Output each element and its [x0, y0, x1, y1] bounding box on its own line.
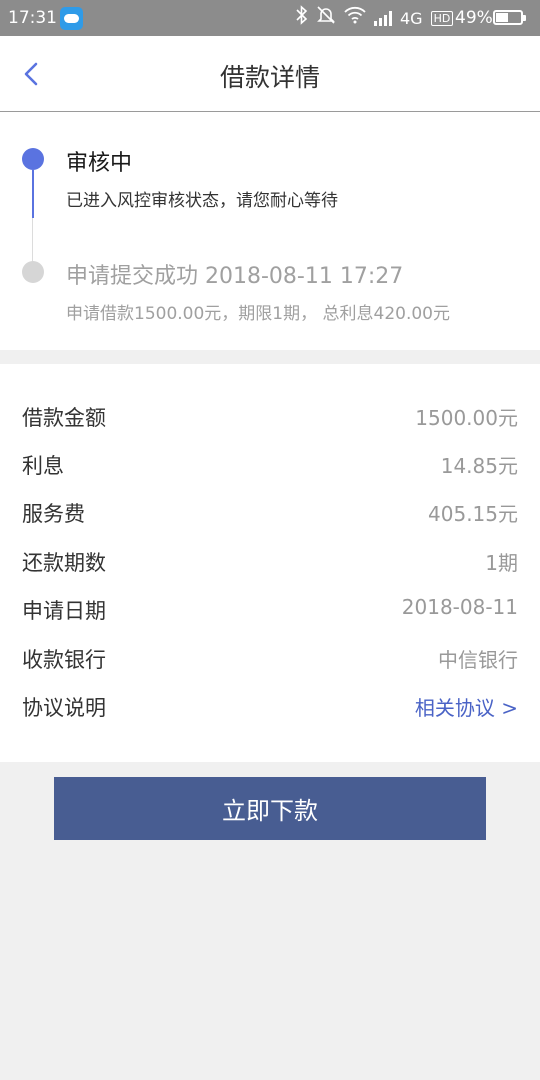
network-type: 4G — [400, 8, 423, 28]
status-time: 17:31 — [8, 8, 57, 28]
detail-value: 405.15元 — [428, 502, 518, 526]
step-dot-active — [22, 148, 44, 170]
wifi-icon — [344, 6, 366, 30]
detail-row-interest: 利息 14.85元 — [0, 440, 540, 488]
step-title-submitted: 申请提交成功 2018-08-11 17:27 — [66, 264, 404, 289]
detail-row-bank: 收款银行 中信银行 — [0, 634, 540, 682]
detail-row-apply-date: 申请日期 2018-08-11 — [0, 585, 540, 633]
page-title: 借款详情 — [219, 63, 320, 92]
detail-label: 申请日期 — [22, 599, 106, 623]
mute-bell-icon — [316, 5, 336, 31]
status-bar: 17:31 4G HD 49% — [0, 0, 540, 36]
detail-label: 协议说明 — [22, 696, 106, 720]
step-title-reviewing: 审核中 — [66, 151, 133, 176]
detail-value: 1500.00元 — [415, 406, 518, 430]
detail-label: 借款金额 — [22, 406, 106, 430]
timeline-line-active — [32, 170, 34, 218]
bluetooth-icon — [296, 5, 308, 31]
detail-value: 2018-08-11 — [401, 595, 518, 619]
detail-label: 利息 — [22, 454, 64, 478]
detail-row-amount: 借款金额 1500.00元 — [0, 392, 540, 440]
battery-icon — [493, 10, 526, 25]
detail-row-agreement: 协议说明 相关协议 > — [0, 682, 540, 730]
hd-badge: HD — [430, 10, 454, 26]
signal-icon — [374, 10, 392, 26]
progress-timeline: 审核中 已进入风控审核状态，请您耐心等待 申请提交成功 2018-08-11 1… — [0, 112, 540, 350]
battery-percent: 49% — [455, 8, 493, 28]
detail-label: 收款银行 — [22, 648, 106, 672]
disburse-now-button[interactable]: 立即下款 — [54, 777, 486, 840]
detail-value: 1期 — [485, 551, 518, 575]
step-description-submitted: 申请借款1500.00元，期限1期， 总利息420.00元 — [66, 304, 451, 324]
detail-value: 14.85元 — [440, 454, 518, 478]
header: 借款详情 — [0, 36, 540, 112]
step-dot-done — [22, 261, 44, 283]
agreement-link[interactable]: 相关协议 > — [415, 692, 518, 721]
detail-label: 还款期数 — [22, 551, 106, 575]
detail-label: 服务费 — [22, 502, 85, 526]
weather-icon — [60, 7, 83, 30]
detail-row-periods: 还款期数 1期 — [0, 537, 540, 585]
detail-value: 中信银行 — [438, 648, 518, 672]
status-icons: 4G HD — [296, 5, 454, 31]
loan-details: 借款金额 1500.00元 利息 14.85元 服务费 405.15元 还款期数… — [0, 364, 540, 762]
step-description-reviewing: 已进入风控审核状态，请您耐心等待 — [66, 191, 338, 211]
detail-row-service-fee: 服务费 405.15元 — [0, 488, 540, 536]
